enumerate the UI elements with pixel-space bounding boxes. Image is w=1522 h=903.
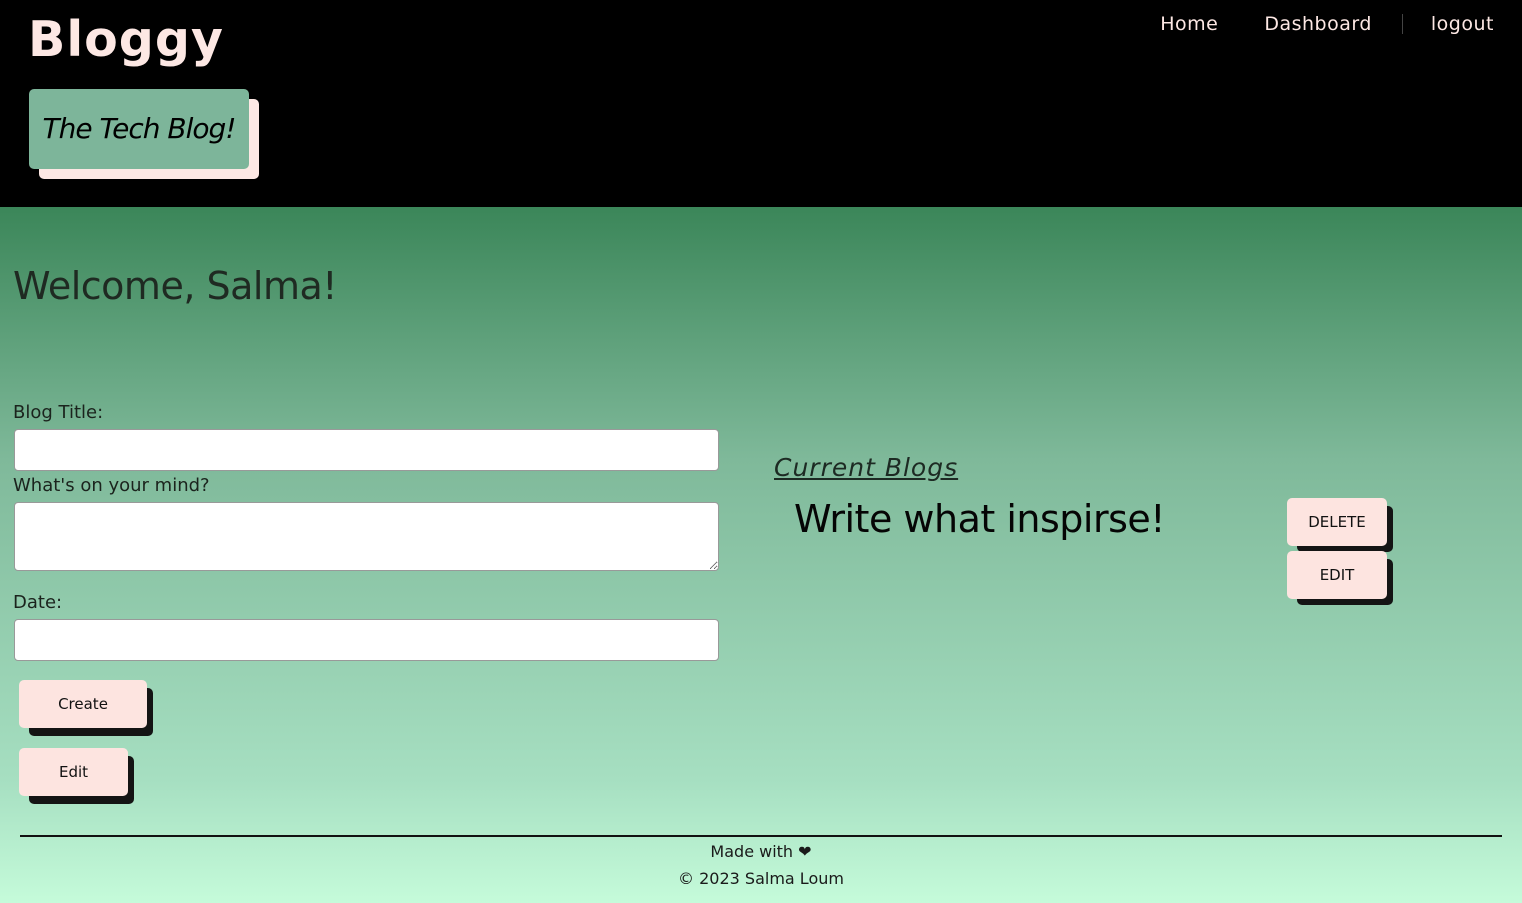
edit-blog-button[interactable]: EDIT bbox=[1287, 551, 1387, 599]
footer-made-with: Made with ❤ bbox=[710, 842, 812, 861]
footer-copyright: © 2023 Salma Loum bbox=[678, 869, 844, 888]
delete-blog-button-wrap: DELETE bbox=[1287, 498, 1393, 552]
blog-date-label: Date: bbox=[13, 592, 63, 613]
tagline: The Tech Blog! bbox=[29, 89, 249, 169]
welcome-heading: Welcome, Salma! bbox=[13, 264, 337, 308]
site-logo[interactable]: Bloggy bbox=[28, 10, 224, 70]
blog-content-textarea[interactable] bbox=[14, 502, 719, 571]
blog-title-input[interactable] bbox=[14, 429, 719, 471]
nav-logout-link[interactable]: logout bbox=[1431, 13, 1494, 35]
create-button-wrap: Create bbox=[19, 680, 153, 736]
create-button[interactable]: Create bbox=[19, 680, 147, 728]
edit-button[interactable]: Edit bbox=[19, 748, 128, 796]
edit-blog-button-wrap: EDIT bbox=[1287, 551, 1393, 605]
current-blogs-heading: Current Blogs bbox=[774, 453, 959, 482]
blog-item-title[interactable]: Write what inspirse! bbox=[794, 495, 1165, 543]
edit-button-wrap: Edit bbox=[19, 748, 134, 804]
nav-divider bbox=[1401, 14, 1403, 34]
site-header: Bloggy The Tech Blog! Home Dashboard log… bbox=[0, 0, 1522, 207]
nav-home-link[interactable]: Home bbox=[1160, 13, 1218, 35]
nav-dashboard-link[interactable]: Dashboard bbox=[1264, 13, 1372, 35]
blog-content-label: What's on your mind? bbox=[13, 475, 210, 496]
delete-blog-button[interactable]: DELETE bbox=[1287, 498, 1387, 546]
tagline-card: The Tech Blog! bbox=[29, 89, 259, 179]
blog-date-input[interactable] bbox=[14, 619, 719, 661]
blog-title-label: Blog Title: bbox=[13, 402, 104, 423]
footer-divider bbox=[20, 835, 1502, 837]
main-nav: Home Dashboard logout bbox=[1160, 10, 1494, 38]
